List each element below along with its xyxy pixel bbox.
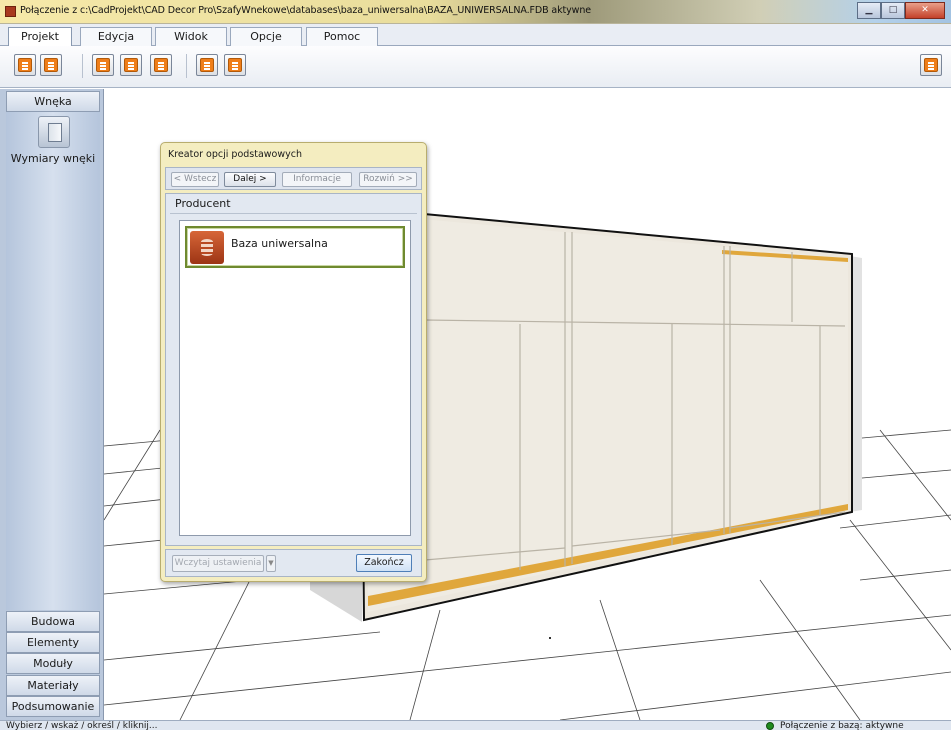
- save-icon[interactable]: [120, 54, 142, 76]
- title-bar: Połączenie z c:\CadProjekt\CAD Decor Pro…: [0, 0, 951, 24]
- dialog-title: Kreator opcji podstawowych: [168, 149, 303, 160]
- database-icon[interactable]: [14, 54, 36, 76]
- viewport-dot: [549, 637, 551, 639]
- calculator-icon[interactable]: [920, 54, 942, 76]
- sidebar-button-budowa[interactable]: Budowa: [6, 611, 100, 632]
- tab-pomoc[interactable]: Pomoc: [306, 27, 378, 46]
- minimize-icon[interactable]: ▁: [857, 2, 881, 19]
- tab-widok[interactable]: Widok: [155, 27, 227, 46]
- section-divider: [170, 213, 417, 214]
- expand-button[interactable]: Rozwiń >>: [359, 172, 417, 187]
- sidebar-button-podsumowanie[interactable]: Podsumowanie: [6, 696, 100, 717]
- connection-status-text: Połączenie z bazą: aktywne: [780, 721, 904, 730]
- new-document-icon[interactable]: [92, 54, 114, 76]
- niche-dimensions-icon[interactable]: [38, 116, 70, 148]
- export-icon[interactable]: [224, 54, 246, 76]
- finish-button[interactable]: Zakończ: [356, 554, 412, 572]
- status-text: Wybierz / wskaż / określ / kliknij...: [6, 721, 158, 730]
- dialog-body: Producent Baza uniwersalna: [165, 193, 422, 546]
- maximize-icon[interactable]: □: [881, 2, 905, 19]
- window-controls: ▁ □ ✕: [857, 2, 945, 19]
- sidebar-button-materialy[interactable]: Materiały: [6, 675, 100, 696]
- sidebar: Wnęka Wymiary wnęki Budowa Elementy Modu…: [0, 89, 104, 720]
- wizard-dialog: Kreator opcji podstawowych < Wstecz Dale…: [160, 142, 427, 582]
- sidebar-item-label[interactable]: Wymiary wnęki: [6, 152, 100, 165]
- sidebar-panel: Wymiary wnęki: [6, 112, 100, 610]
- list-item[interactable]: Baza uniwersalna: [185, 226, 405, 268]
- load-settings-button[interactable]: Wczytaj ustawienia: [172, 555, 264, 572]
- sidebar-header-wneka[interactable]: Wnęka: [6, 91, 100, 112]
- producer-name: Baza uniwersalna: [231, 237, 328, 250]
- tab-edycja[interactable]: Edycja: [80, 27, 152, 46]
- close-icon[interactable]: ✕: [905, 2, 945, 19]
- application-window: Połączenie z c:\CadProjekt\CAD Decor Pro…: [0, 0, 951, 730]
- producer-section-label: Producent: [175, 197, 231, 210]
- dialog-navigation: < Wstecz Dalej > Informacje Rozwiń >>: [165, 167, 422, 190]
- status-bar: Wybierz / wskaż / określ / kliknij... Po…: [0, 720, 951, 730]
- sidebar-button-elementy[interactable]: Elementy: [6, 632, 100, 653]
- toolbar-separator: [186, 54, 187, 78]
- sidebar-button-moduly[interactable]: Moduły: [6, 653, 100, 674]
- connection-status-icon: [766, 722, 774, 730]
- back-button[interactable]: < Wstecz: [171, 172, 219, 187]
- dialog-footer: Wczytaj ustawienia ▼ Zakończ: [165, 549, 422, 577]
- tab-opcje[interactable]: Opcje: [230, 27, 302, 46]
- open-folder-icon[interactable]: [150, 54, 172, 76]
- next-button[interactable]: Dalej >: [224, 172, 276, 187]
- toolbar-separator: [82, 54, 83, 78]
- toolbar: [0, 46, 951, 88]
- database-icon: [190, 231, 224, 264]
- import-icon[interactable]: [196, 54, 218, 76]
- producer-list[interactable]: Baza uniwersalna: [179, 220, 411, 536]
- info-button[interactable]: Informacje: [282, 172, 352, 187]
- chevron-down-icon[interactable]: ▼: [266, 555, 276, 572]
- menu-tabs: Projekt Edycja Widok Opcje Pomoc: [0, 24, 951, 47]
- app-icon: [5, 6, 16, 17]
- window-title: Połączenie z c:\CadProjekt\CAD Decor Pro…: [20, 5, 592, 16]
- tab-projekt[interactable]: Projekt: [8, 27, 72, 47]
- contact-card-icon[interactable]: [40, 54, 62, 76]
